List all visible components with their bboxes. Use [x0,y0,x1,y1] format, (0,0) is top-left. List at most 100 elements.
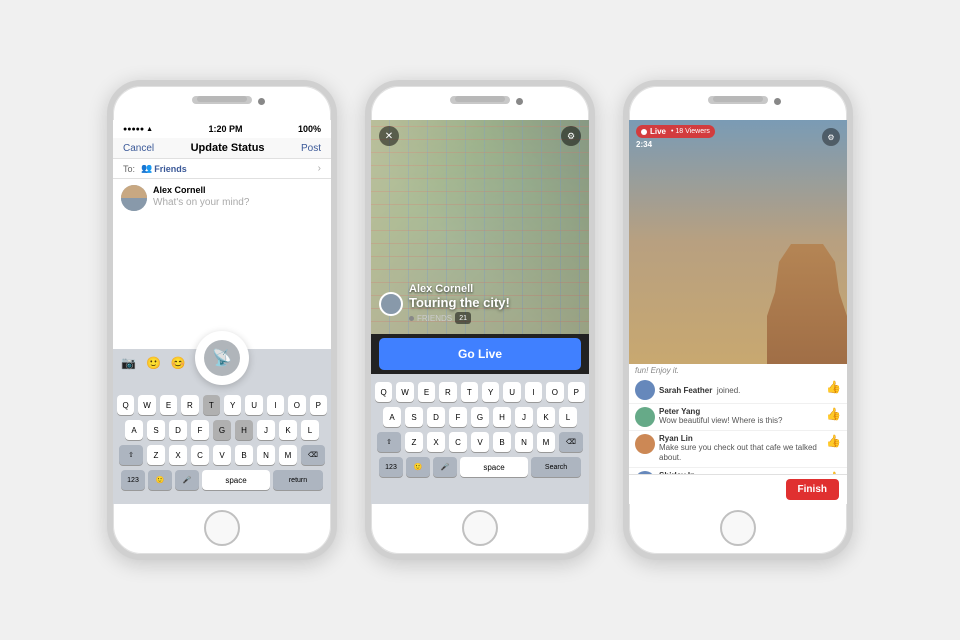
key-o[interactable]: O [288,395,305,415]
time-display: 1:20 PM [208,124,242,134]
key-i[interactable]: I [267,395,284,415]
key-o[interactable]: O [546,382,563,402]
key-emoji[interactable]: 🙂 [148,470,172,490]
key-u[interactable]: U [503,382,520,402]
like-button[interactable]: 👍 [826,434,841,448]
key-search[interactable]: Search [531,457,581,477]
key-g[interactable]: G [471,407,489,427]
friends-dot [409,316,414,321]
key-b[interactable]: B [493,432,511,452]
key-r[interactable]: R [181,395,198,415]
comments-section: fun! Enjoy it. Sarah Feather joined. 👍 P… [629,364,847,474]
key-mic[interactable]: 🎤 [175,470,199,490]
like-button[interactable]: 👍 [826,380,841,394]
key-z[interactable]: Z [147,445,165,465]
key-j[interactable]: J [257,420,275,440]
key-y[interactable]: Y [482,382,499,402]
friends-icon: 👥 [141,163,152,174]
key-h[interactable]: H [235,420,253,440]
key-k[interactable]: K [537,407,555,427]
key-n[interactable]: N [515,432,533,452]
key-i[interactable]: I [525,382,542,402]
key-v[interactable]: V [213,445,231,465]
key-shift[interactable]: ⇧ [119,445,143,465]
key-c[interactable]: C [191,445,209,465]
keyboard-row-1: Q W E R T Y U I O P [375,382,585,402]
key-l[interactable]: L [301,420,319,440]
comment-sarah: Sarah Feather joined. 👍 [629,377,847,404]
signal-icon: ●●●●● ▲ [123,126,153,133]
person-icon[interactable]: 🙂 [146,356,161,370]
key-c[interactable]: C [449,432,467,452]
keyboard-area: 📷 🙂 😊 📡 Q W E R [113,349,331,504]
key-l[interactable]: L [559,407,577,427]
key-v[interactable]: V [471,432,489,452]
friends-selector[interactable]: 👥 Friends [141,163,187,174]
live-icon-circle[interactable]: 📡 [195,331,249,385]
key-123[interactable]: 123 [379,457,403,477]
friends-tag: FRIENDS 21 [409,312,510,324]
nav-bar: Cancel Update Status Post [113,138,331,159]
key-q[interactable]: Q [117,395,134,415]
key-delete[interactable]: ⌫ [559,432,583,452]
key-t[interactable]: T [203,395,220,415]
emoji-icon[interactable]: 😊 [171,356,186,370]
key-delete[interactable]: ⌫ [301,445,325,465]
like-button[interactable]: 👍 [826,407,841,421]
key-x[interactable]: X [169,445,187,465]
settings-button[interactable]: ⚙ [561,126,581,146]
finish-button[interactable]: Finish [786,479,839,500]
key-m[interactable]: M [279,445,297,465]
key-a[interactable]: A [383,407,401,427]
key-123[interactable]: 123 [121,470,145,490]
scene: ●●●●● ▲ 1:20 PM 100% Cancel Update Statu… [0,0,960,640]
home-button[interactable] [462,510,498,546]
key-q[interactable]: Q [375,382,392,402]
key-r[interactable]: R [439,382,456,402]
key-u[interactable]: U [245,395,262,415]
cancel-button[interactable]: Cancel [123,143,154,154]
key-f[interactable]: F [449,407,467,427]
key-a[interactable]: A [125,420,143,440]
key-p[interactable]: P [310,395,327,415]
keyboard-toolbar: 📷 🙂 😊 📡 [113,349,331,377]
key-x[interactable]: X [427,432,445,452]
key-n[interactable]: N [257,445,275,465]
status-input[interactable]: What's on your mind? [153,197,249,208]
broadcast-settings-button[interactable]: ⚙ [822,128,840,146]
key-space[interactable]: space [460,457,528,477]
home-button[interactable] [204,510,240,546]
key-j[interactable]: J [515,407,533,427]
keyboard-row-1: Q W E R T Y U I O P [117,395,327,415]
live-top-bar: ✕ ⚙ [371,120,589,152]
go-live-button[interactable]: Go Live [379,338,581,370]
key-return[interactable]: return [273,470,323,490]
post-button[interactable]: Post [301,143,321,154]
key-y[interactable]: Y [224,395,241,415]
key-h[interactable]: H [493,407,511,427]
key-k[interactable]: K [279,420,297,440]
key-b[interactable]: B [235,445,253,465]
key-shift[interactable]: ⇧ [377,432,401,452]
camera-icon[interactable]: 📷 [121,356,136,370]
home-button[interactable] [720,510,756,546]
key-f[interactable]: F [191,420,209,440]
key-w[interactable]: W [138,395,155,415]
key-space[interactable]: space [202,470,270,490]
live-title: Touring the city! [409,295,510,310]
key-w[interactable]: W [396,382,413,402]
key-m[interactable]: M [537,432,555,452]
key-emoji[interactable]: 🙂 [406,457,430,477]
key-d[interactable]: D [427,407,445,427]
key-s[interactable]: S [405,407,423,427]
key-z[interactable]: Z [405,432,423,452]
close-button[interactable]: ✕ [379,126,399,146]
key-mic[interactable]: 🎤 [433,457,457,477]
key-e[interactable]: E [160,395,177,415]
key-e[interactable]: E [418,382,435,402]
key-d[interactable]: D [169,420,187,440]
key-t[interactable]: T [461,382,478,402]
key-p[interactable]: P [568,382,585,402]
key-s[interactable]: S [147,420,165,440]
key-g[interactable]: G [213,420,231,440]
